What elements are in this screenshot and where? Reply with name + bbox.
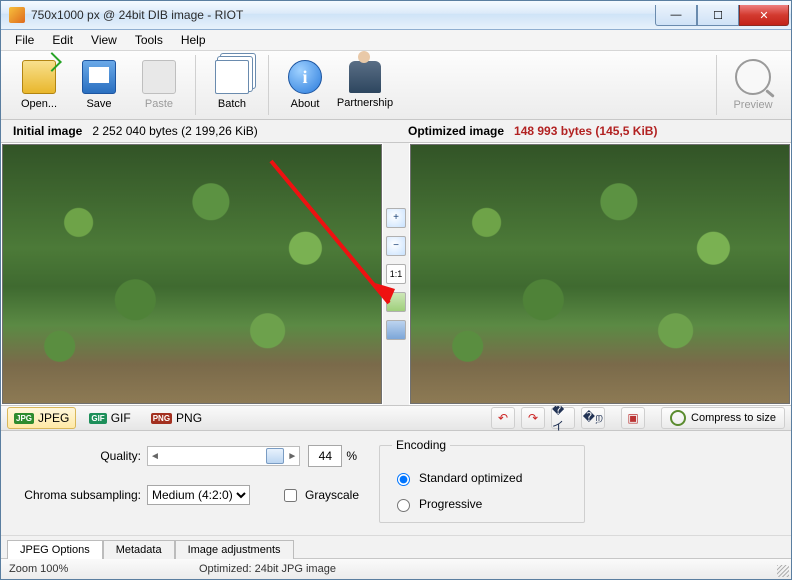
floppy-icon [82, 60, 116, 94]
size-info-row: Initial image 2 252 040 bytes (2 199,26 … [1, 120, 791, 142]
encoding-progressive-label: Progressive [419, 497, 482, 511]
status-optimized: Optimized: 24bit JPG image [199, 563, 349, 575]
options-tabbar: JPEG Options Metadata Image adjustments [1, 535, 791, 558]
folder-open-icon [22, 60, 56, 94]
menubar: File Edit View Tools Help [1, 30, 791, 51]
documents-stack-icon [215, 60, 249, 94]
maximize-button[interactable]: ☐ [697, 5, 739, 26]
chroma-label: Chroma subsampling: [11, 488, 141, 502]
encoding-fieldset: Encoding Standard optimized Progressive [379, 445, 585, 523]
batch-label: Batch [218, 98, 246, 110]
window-title: 750x1000 px @ 24bit DIB image - RIOT [31, 8, 655, 22]
menu-help[interactable]: Help [173, 32, 214, 48]
paste-button[interactable]: Paste [129, 54, 189, 116]
gif-badge-icon: GIF [89, 413, 106, 424]
grayscale-checkbox[interactable]: Grayscale [280, 486, 359, 505]
compress-label: Compress to size [691, 412, 776, 424]
grayscale-label: Grayscale [305, 488, 359, 502]
menu-edit[interactable]: Edit [44, 32, 81, 48]
format-png-button[interactable]: PNG PNG [144, 407, 209, 429]
window-controls: — ☐ ✕ [655, 5, 789, 25]
flip-vertical-button[interactable]: �ற [581, 407, 605, 429]
magnifier-icon [735, 59, 771, 95]
percent-label: % [346, 449, 357, 463]
zoom-in-button[interactable] [386, 208, 406, 228]
tab-metadata[interactable]: Metadata [103, 540, 175, 559]
format-bar: JPG JPEG GIF GIF PNG PNG ↶ ↷ �イ �ற ▣ Com… [1, 406, 791, 431]
encoding-standard-label: Standard optimized [419, 471, 522, 485]
clipboard-icon [142, 60, 176, 94]
format-png-label: PNG [176, 411, 202, 425]
zoom-actual-button[interactable]: 1:1 [386, 264, 406, 284]
encoding-legend: Encoding [392, 438, 450, 452]
slider-left-arrow[interactable]: ◄ [148, 451, 162, 462]
preview-button[interactable]: Preview [723, 54, 783, 116]
quality-input[interactable] [308, 445, 342, 467]
format-jpeg-button[interactable]: JPG JPEG [7, 407, 76, 429]
about-button[interactable]: i About [275, 54, 335, 116]
main-toolbar: Open... Save Paste Batch i About [1, 51, 791, 120]
quality-slider[interactable]: ◄ ► [147, 446, 300, 466]
menu-tools[interactable]: Tools [127, 32, 171, 48]
format-gif-label: GIF [111, 411, 131, 425]
rotate-cw-button[interactable]: ↷ [521, 407, 545, 429]
open-button[interactable]: Open... [9, 54, 69, 116]
batch-button[interactable]: Batch [202, 54, 262, 116]
partnership-button[interactable]: Partnership [335, 54, 395, 116]
save-button[interactable]: Save [69, 54, 129, 116]
initial-image-label: Initial image [13, 124, 82, 138]
tab-image-adjustments[interactable]: Image adjustments [175, 540, 294, 559]
quality-label: Quality: [11, 449, 141, 463]
slider-thumb[interactable] [266, 448, 284, 464]
gear-icon [670, 410, 686, 426]
app-icon [9, 7, 25, 23]
tab-jpeg-options[interactable]: JPEG Options [7, 540, 103, 559]
menu-view[interactable]: View [83, 32, 125, 48]
person-icon [349, 61, 381, 93]
initial-image-size: 2 252 040 bytes (2 199,26 KiB) [92, 124, 257, 138]
optimized-image-label: Optimized image [408, 124, 504, 138]
preview-label: Preview [733, 99, 772, 111]
zoom-out-button[interactable] [386, 236, 406, 256]
resize-button[interactable]: ▣ [621, 407, 645, 429]
status-zoom: Zoom 100% [9, 563, 159, 575]
encoding-progressive-input[interactable] [397, 499, 410, 512]
resize-grip[interactable] [777, 565, 789, 577]
encoding-progressive-radio[interactable]: Progressive [392, 496, 572, 512]
grayscale-input[interactable] [284, 489, 297, 502]
zoom-toolbar: 1:1 [383, 143, 409, 405]
optimized-image-pane[interactable] [410, 144, 790, 404]
format-jpeg-label: JPEG [38, 411, 69, 425]
jpeg-badge-icon: JPG [14, 413, 34, 424]
partnership-label: Partnership [337, 97, 393, 109]
initial-image-content [3, 145, 381, 403]
rotate-ccw-button[interactable]: ↶ [491, 407, 515, 429]
zoom-fit-button[interactable] [386, 292, 406, 312]
paste-label: Paste [145, 98, 173, 110]
compress-to-size-button[interactable]: Compress to size [661, 407, 785, 429]
png-badge-icon: PNG [151, 413, 172, 424]
open-label: Open... [21, 98, 57, 110]
chroma-select[interactable]: Medium (4:2:0) [147, 485, 250, 505]
app-window: 750x1000 px @ 24bit DIB image - RIOT — ☐… [0, 0, 792, 580]
status-bar: Zoom 100% Optimized: 24bit JPG image [1, 558, 791, 579]
image-compare-area: 1:1 [1, 142, 791, 406]
info-icon: i [288, 60, 322, 94]
fullscreen-button[interactable] [386, 320, 406, 340]
about-label: About [291, 98, 320, 110]
close-button[interactable]: ✕ [739, 5, 789, 26]
initial-image-pane[interactable] [2, 144, 382, 404]
slider-right-arrow[interactable]: ► [285, 451, 299, 462]
minimize-button[interactable]: — [655, 5, 697, 26]
encoding-standard-radio[interactable]: Standard optimized [392, 470, 572, 486]
titlebar: 750x1000 px @ 24bit DIB image - RIOT — ☐… [1, 1, 791, 30]
optimized-image-content [411, 145, 789, 403]
encoding-standard-input[interactable] [397, 473, 410, 486]
optimized-image-size: 148 993 bytes (145,5 KiB) [514, 124, 657, 138]
format-gif-button[interactable]: GIF GIF [82, 407, 137, 429]
menu-file[interactable]: File [7, 32, 42, 48]
save-label: Save [86, 98, 111, 110]
jpeg-options-panel: Quality: ◄ ► % Chroma subsampling: Mediu… [1, 431, 791, 535]
flip-horizontal-button[interactable]: �イ [551, 407, 575, 429]
